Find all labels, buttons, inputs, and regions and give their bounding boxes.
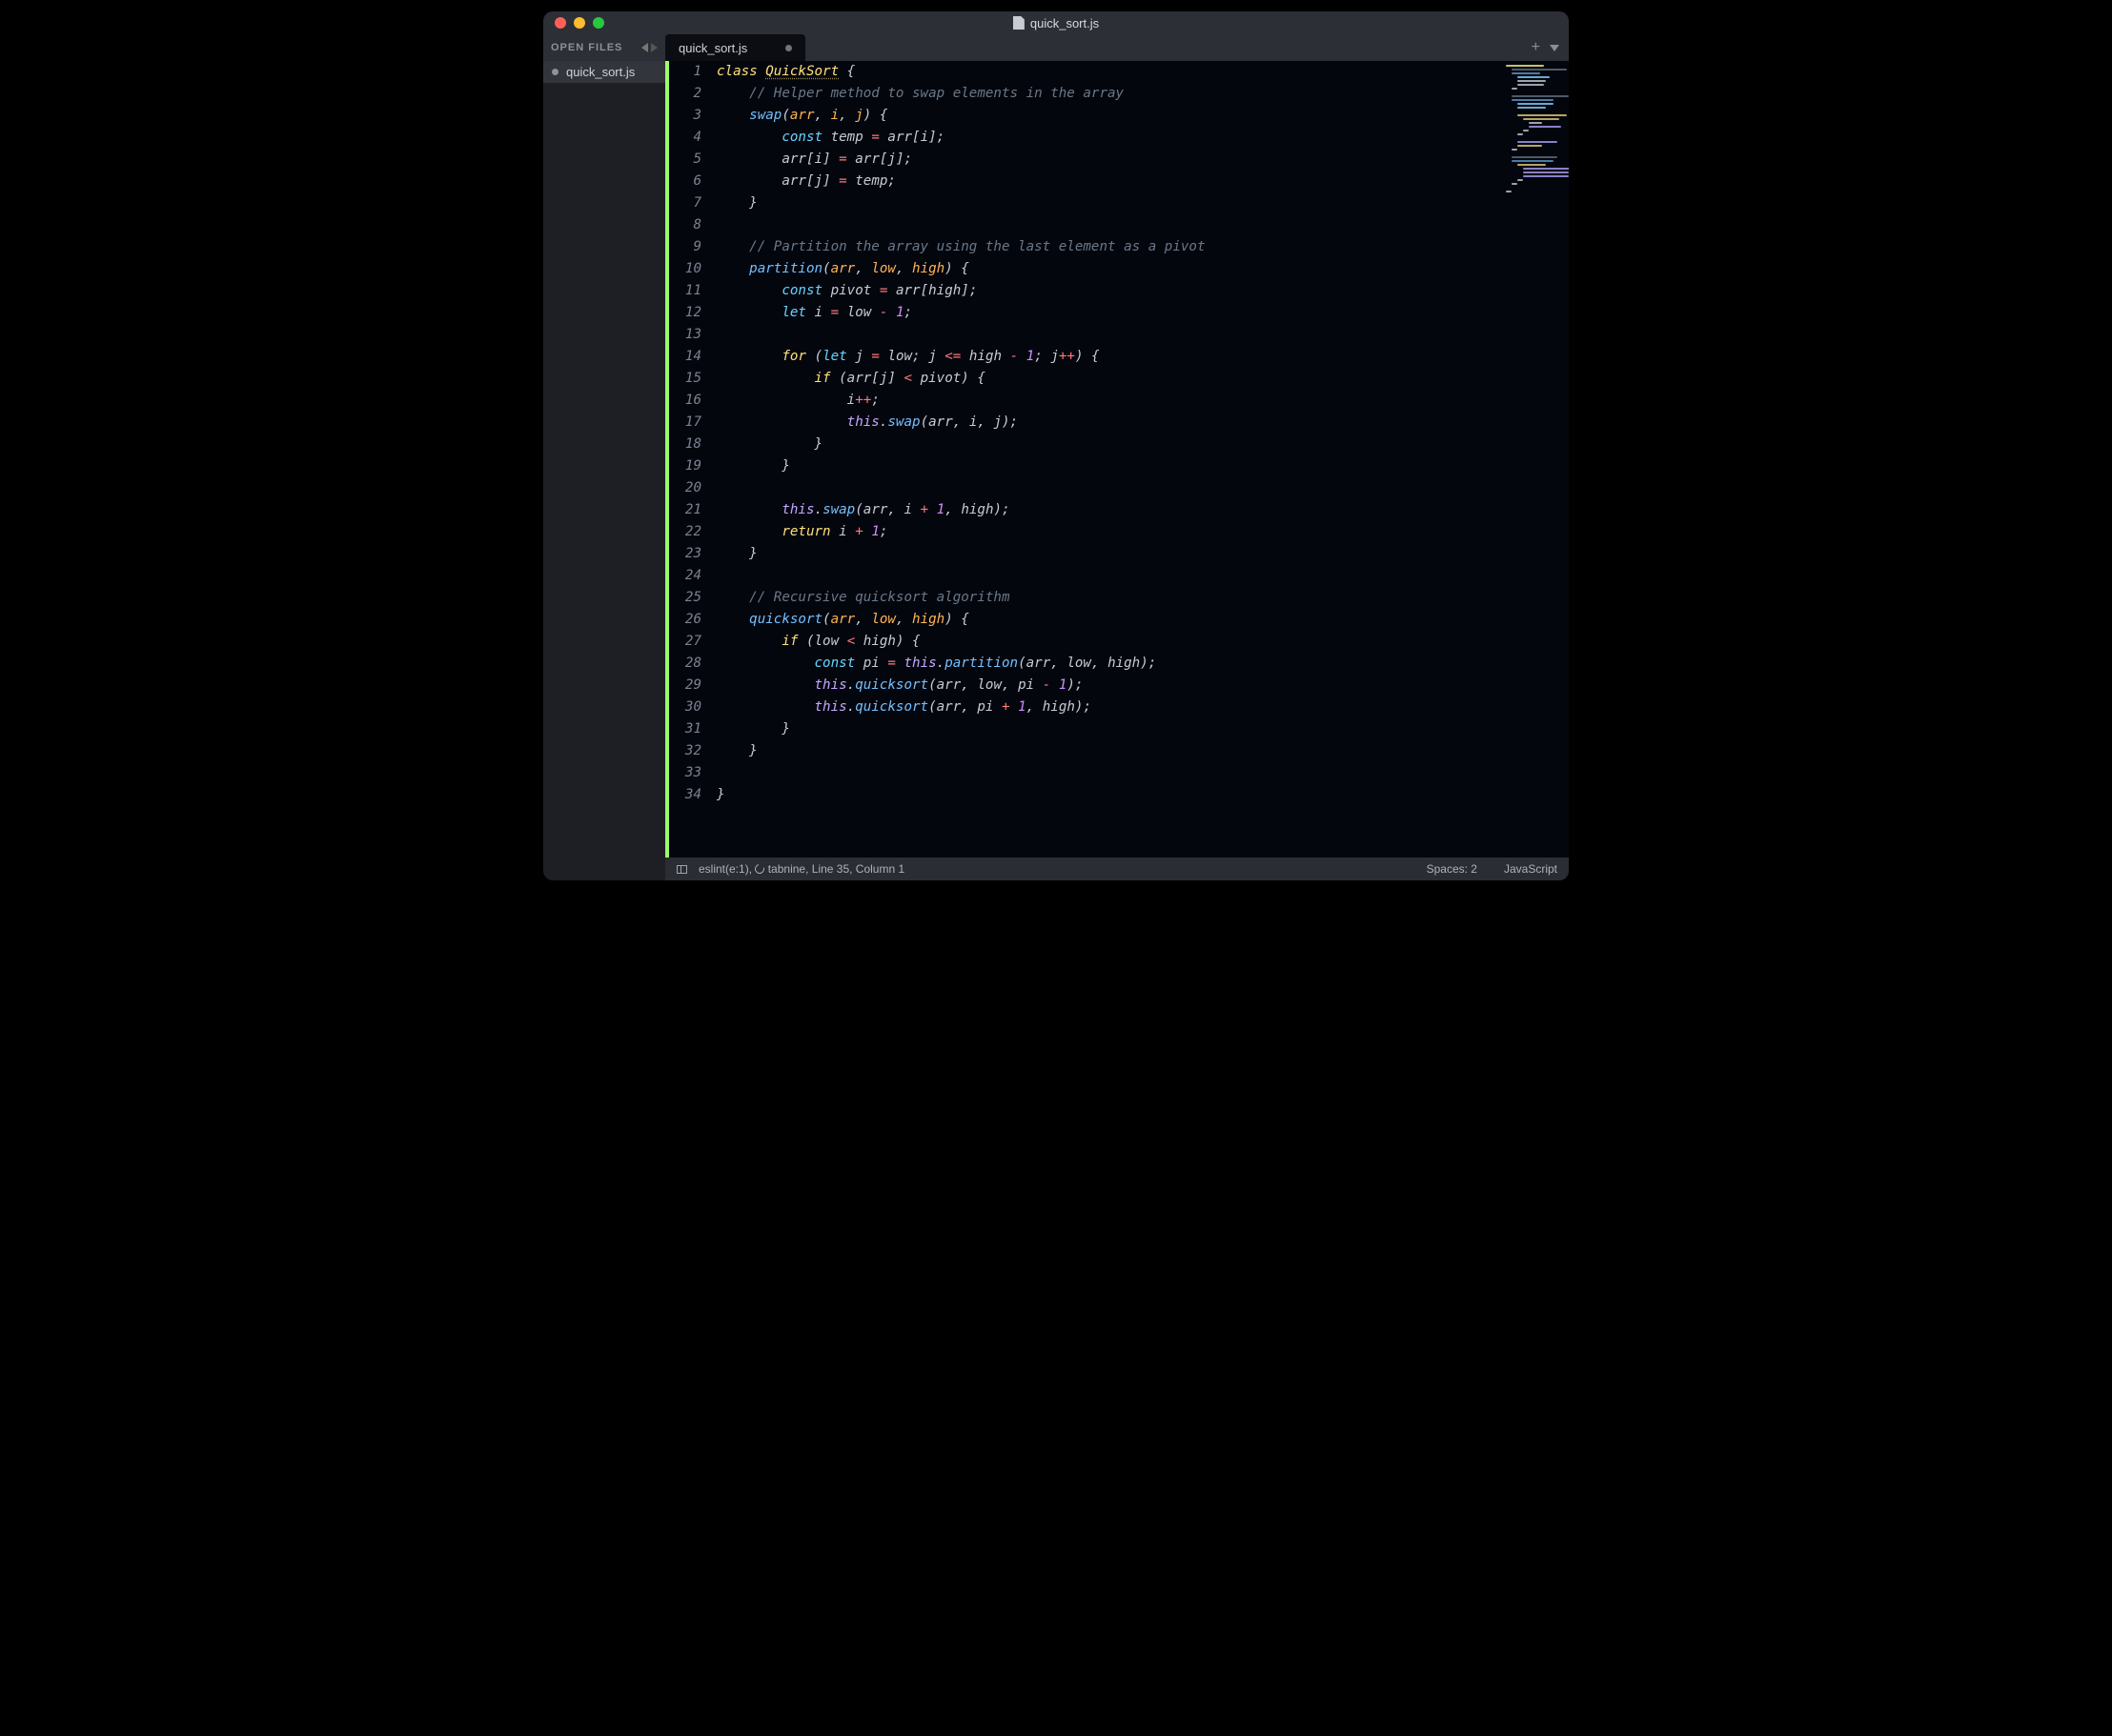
tab-quick-sort[interactable]: quick_sort.js	[665, 34, 805, 61]
status-eslint[interactable]: eslint(e:1), tabnine, Line 35, Column 1	[699, 862, 904, 876]
code-editor[interactable]: 1234567891011121314151617181920212223242…	[665, 61, 1569, 858]
minimap[interactable]	[1502, 61, 1569, 858]
maximize-icon[interactable]	[593, 17, 604, 29]
editor-window: quick_sort.js OPEN FILES quick_sort.js	[543, 11, 1569, 880]
line-number-gutter: 1234567891011121314151617181920212223242…	[669, 61, 711, 858]
modified-dot-icon	[785, 45, 792, 51]
minimize-icon[interactable]	[574, 17, 585, 29]
sidebar-item-quick-sort[interactable]: quick_sort.js	[543, 61, 665, 83]
status-indent[interactable]: Spaces: 2	[1427, 862, 1477, 876]
new-tab-icon[interactable]: +	[1532, 40, 1540, 55]
sidebar: OPEN FILES quick_sort.js	[543, 34, 665, 880]
file-icon	[1013, 16, 1025, 30]
window-title: quick_sort.js	[543, 16, 1569, 30]
close-icon[interactable]	[555, 17, 566, 29]
status-bar: eslint(e:1), tabnine, Line 35, Column 1 …	[665, 858, 1569, 880]
next-tab-icon[interactable]	[651, 43, 658, 52]
window-title-text: quick_sort.js	[1030, 16, 1099, 30]
tab-label: quick_sort.js	[679, 41, 747, 55]
modified-dot-icon	[552, 69, 558, 75]
code-area[interactable]: class QuickSort { // Helper method to sw…	[711, 61, 1502, 858]
sidebar-item-label: quick_sort.js	[566, 65, 635, 79]
status-language[interactable]: JavaScript	[1504, 862, 1557, 876]
tab-bar: quick_sort.js +	[665, 34, 1569, 61]
panel-icon[interactable]	[677, 865, 687, 874]
sidebar-heading: OPEN FILES	[551, 42, 622, 53]
prev-tab-icon[interactable]	[641, 43, 648, 52]
refresh-icon	[754, 862, 767, 876]
titlebar[interactable]: quick_sort.js	[543, 11, 1569, 34]
tab-menu-icon[interactable]	[1550, 45, 1559, 51]
